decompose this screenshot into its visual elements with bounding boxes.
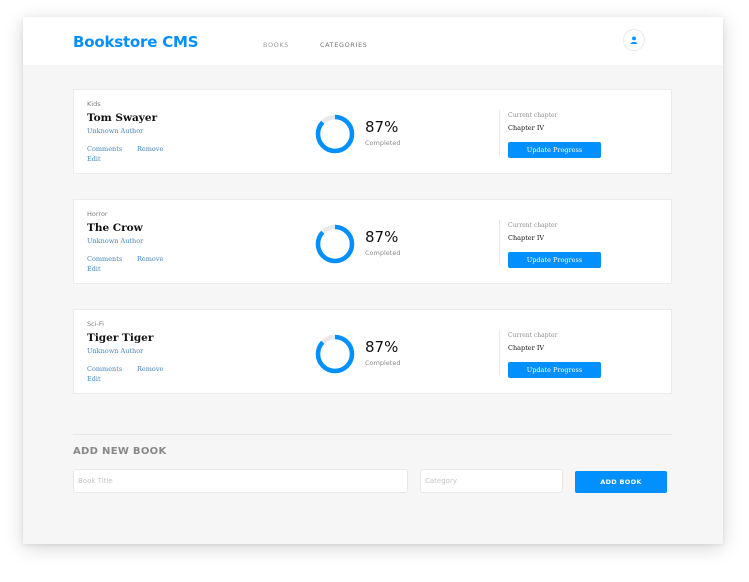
book-genre: Kids	[87, 100, 101, 108]
book-genre: Horror	[87, 210, 108, 218]
edit-link[interactable]: Edit	[87, 155, 101, 163]
completed-label: Completed	[365, 359, 401, 367]
category-input[interactable]	[420, 469, 563, 493]
progress-ring	[315, 114, 355, 154]
book-title: The Crow	[87, 222, 143, 234]
update-progress-button[interactable]: Update Progress	[508, 252, 601, 268]
edit-link[interactable]: Edit	[87, 265, 101, 273]
completed-label: Completed	[365, 139, 401, 147]
add-book-button[interactable]: ADD BOOK	[575, 471, 667, 493]
progress-ring	[315, 224, 355, 264]
completed-label: Completed	[365, 249, 401, 257]
nav-categories[interactable]: CATEGORIES	[320, 41, 367, 49]
form-divider	[73, 434, 672, 435]
current-chapter-label: Current chapter	[508, 332, 558, 339]
remove-link[interactable]: Remove	[137, 145, 163, 153]
card-divider	[499, 110, 500, 155]
progress-ring-fill	[315, 224, 355, 264]
comments-link[interactable]: Comments	[87, 365, 122, 373]
book-author: Unknown Author	[87, 237, 144, 245]
edit-link[interactable]: Edit	[87, 375, 101, 383]
current-chapter-value: Chapter IV	[508, 234, 545, 242]
user-avatar-button[interactable]	[623, 29, 645, 51]
remove-link[interactable]: Remove	[137, 365, 163, 373]
add-book-heading: ADD NEW BOOK	[73, 446, 167, 457]
user-icon	[630, 36, 638, 44]
card-divider	[499, 330, 500, 375]
book-title: Tiger Tiger	[87, 332, 154, 344]
current-chapter-value: Chapter IV	[508, 124, 545, 132]
current-chapter-value: Chapter IV	[508, 344, 545, 352]
card-divider	[499, 220, 500, 265]
nav-books[interactable]: BOOKS	[263, 41, 289, 49]
book-title: Tom Swayer	[87, 112, 158, 124]
book-title-input[interactable]	[73, 469, 408, 493]
header: Bookstore CMS BOOKS CATEGORIES	[23, 17, 723, 65]
progress-ring-fill	[315, 334, 355, 374]
book-card: Kids Tom Swayer Unknown Author Comments …	[73, 89, 672, 174]
book-author: Unknown Author	[87, 347, 144, 355]
remove-link[interactable]: Remove	[137, 255, 163, 263]
progress-percent: 87%	[365, 118, 399, 136]
book-author: Unknown Author	[87, 127, 144, 135]
progress-percent: 87%	[365, 228, 399, 246]
book-card: Horror The Crow Unknown Author Comments …	[73, 199, 672, 284]
app-window: Bookstore CMS BOOKS CATEGORIES Kids Tom …	[23, 17, 723, 544]
update-progress-button[interactable]: Update Progress	[508, 142, 601, 158]
book-genre: Sci-Fi	[87, 320, 104, 328]
current-chapter-label: Current chapter	[508, 112, 558, 119]
brand-logo: Bookstore CMS	[73, 33, 199, 51]
progress-ring	[315, 334, 355, 374]
current-chapter-label: Current chapter	[508, 222, 558, 229]
book-card: Sci-Fi Tiger Tiger Unknown Author Commen…	[73, 309, 672, 394]
update-progress-button[interactable]: Update Progress	[508, 362, 601, 378]
progress-percent: 87%	[365, 338, 399, 356]
comments-link[interactable]: Comments	[87, 145, 122, 153]
progress-ring-fill	[315, 114, 355, 154]
comments-link[interactable]: Comments	[87, 255, 122, 263]
